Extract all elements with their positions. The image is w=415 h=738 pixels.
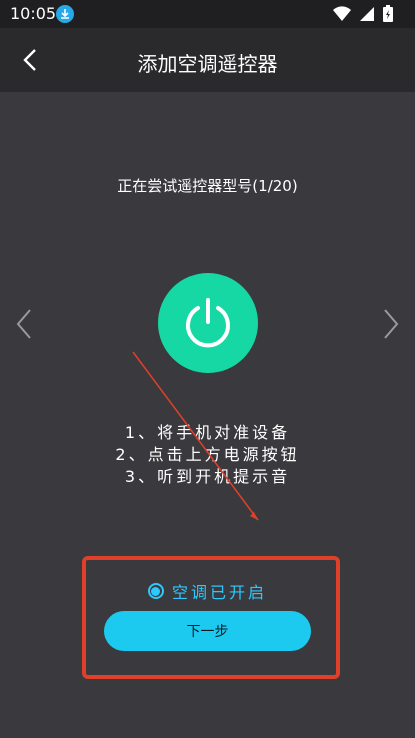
- ac-on-radio[interactable]: [147, 583, 164, 599]
- radio-dot: [151, 586, 161, 596]
- next-step-button[interactable]: 下一步: [104, 611, 311, 651]
- ac-on-option[interactable]: 空调已开启: [0, 579, 415, 603]
- ac-on-label: 空调已开启: [171, 583, 267, 602]
